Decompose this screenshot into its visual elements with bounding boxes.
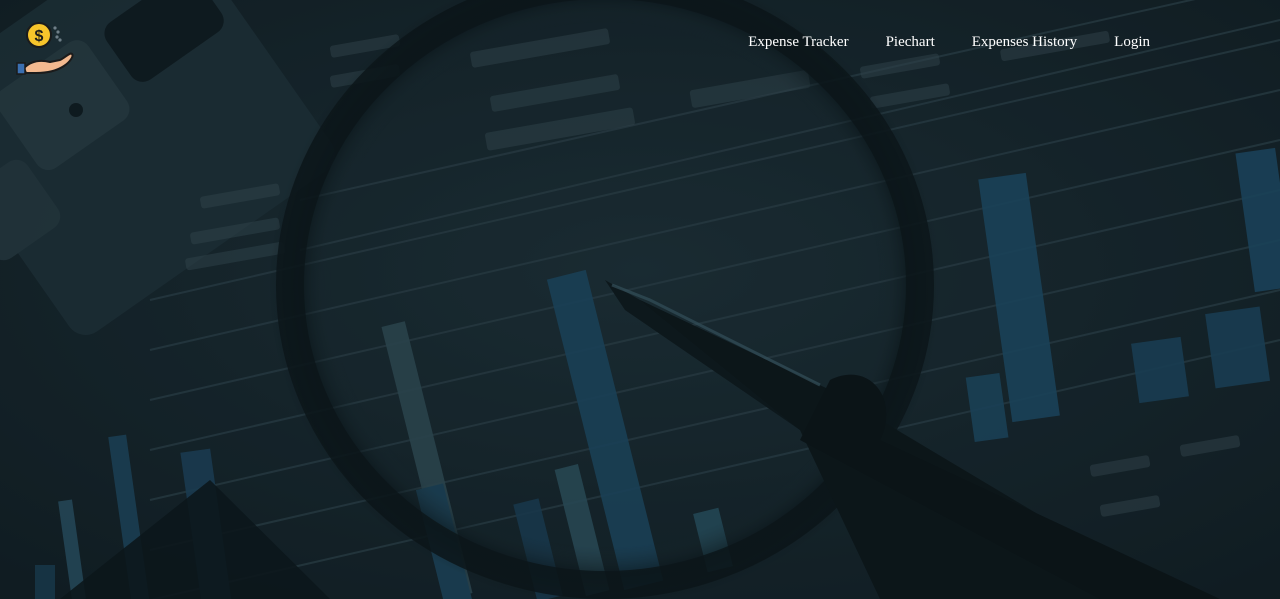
main-nav: Expense Tracker Piechart Expenses Histor… <box>748 31 1150 53</box>
nav-link-expenses-history[interactable]: Expenses History <box>972 31 1077 53</box>
nav-link-expense-tracker[interactable]: Expense Tracker <box>748 31 848 53</box>
top-navigation-bar: $ Expense Tracker Piechart Expenses Hist… <box>0 0 1280 85</box>
svg-text:$: $ <box>35 28 44 45</box>
nav-link-piechart[interactable]: Piechart <box>886 31 935 53</box>
nav-link-login[interactable]: Login <box>1114 31 1150 53</box>
hero-background-image <box>0 0 1280 599</box>
dollar-coin-in-hand-icon[interactable]: $ <box>14 16 76 78</box>
landing-page: $ Expense Tracker Piechart Expenses Hist… <box>0 0 1280 599</box>
